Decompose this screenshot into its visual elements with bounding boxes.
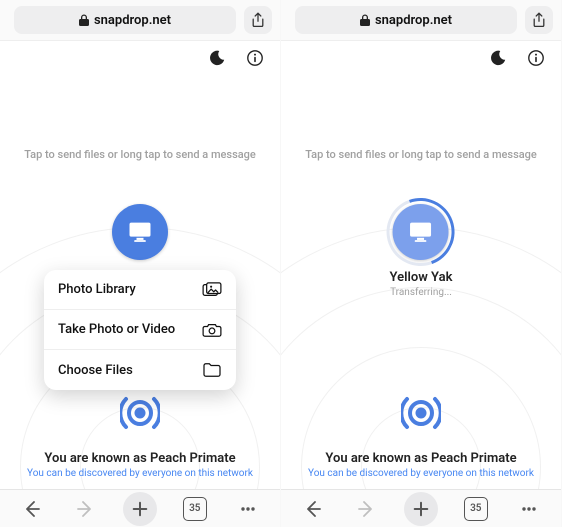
- tabs-count: 35: [189, 503, 200, 514]
- identity-block: You are known as Peach Primate You can b…: [281, 451, 561, 479]
- safari-footer: 35: [0, 489, 280, 527]
- info-icon: [246, 49, 264, 67]
- arrow-right-icon: [356, 499, 376, 519]
- tabs-count-chip: 35: [183, 497, 207, 521]
- safari-url-bar: snapdrop.net: [0, 0, 280, 40]
- gallery-icon: [202, 281, 222, 299]
- broadcast-icon: [401, 393, 441, 433]
- identity-subtitle: You can be discovered by everyone on thi…: [0, 468, 280, 479]
- peer-avatar-button[interactable]: Yellow Yak Transferring...: [390, 204, 453, 298]
- arrow-left-icon: [22, 499, 42, 519]
- app-toolbar: [0, 40, 280, 74]
- identity-title: You are known as Peach Primate: [281, 451, 561, 466]
- main-area: Tap to send files or long tap to send a …: [0, 74, 280, 489]
- instruction-text: Tap to send files or long tap to send a …: [281, 148, 561, 161]
- tabs-count: 35: [470, 503, 481, 514]
- peer-avatar-button[interactable]: [112, 204, 168, 260]
- broadcast-icon: [120, 393, 160, 433]
- tabs-count-chip: 35: [464, 497, 488, 521]
- share-icon: [250, 12, 266, 28]
- nav-back-button[interactable]: [298, 494, 328, 524]
- desktop-icon: [126, 218, 154, 246]
- self-antenna: [401, 393, 441, 433]
- picker-photo-library[interactable]: Photo Library: [44, 270, 236, 310]
- ellipsis-icon: [238, 499, 258, 519]
- identity-block: You are known as Peach Primate You can b…: [0, 451, 280, 479]
- url-host: snapdrop.net: [375, 13, 452, 28]
- nav-forward-button[interactable]: [70, 494, 100, 524]
- dark-mode-toggle[interactable]: [487, 47, 509, 69]
- tabs-button[interactable]: 35: [461, 494, 491, 524]
- folder-icon: [202, 361, 222, 379]
- peer-status: Transferring...: [390, 287, 452, 298]
- dark-mode-toggle[interactable]: [206, 47, 228, 69]
- info-button[interactable]: [525, 47, 547, 69]
- safari-footer: 35: [281, 489, 561, 527]
- new-tab-button[interactable]: [123, 492, 157, 526]
- main-area: Tap to send files or long tap to send a …: [281, 74, 561, 489]
- moon-icon: [489, 49, 507, 67]
- more-button[interactable]: [514, 494, 544, 524]
- more-button[interactable]: [233, 494, 263, 524]
- camera-icon: [202, 321, 222, 339]
- peer-name: Yellow Yak: [390, 270, 453, 285]
- share-icon: [531, 12, 547, 28]
- arrow-left-icon: [303, 499, 323, 519]
- plus-icon: [131, 500, 149, 518]
- self-antenna: [120, 393, 160, 433]
- info-icon: [527, 49, 545, 67]
- ellipsis-icon: [519, 499, 539, 519]
- ios-file-picker: Photo Library Take Photo or Video Choose…: [44, 270, 236, 390]
- nav-back-button[interactable]: [17, 494, 47, 524]
- tabs-button[interactable]: 35: [180, 494, 210, 524]
- instruction-text: Tap to send files or long tap to send a …: [0, 148, 280, 161]
- app-toolbar: [281, 40, 561, 74]
- screenshot-right: snapdrop.net Tap to send files or long t…: [281, 0, 562, 527]
- picker-label: Photo Library: [58, 282, 136, 297]
- picker-choose-files[interactable]: Choose Files: [44, 350, 236, 390]
- arrow-right-icon: [75, 499, 95, 519]
- share-button[interactable]: [244, 6, 272, 34]
- picker-label: Take Photo or Video: [58, 322, 175, 337]
- lock-icon: [79, 14, 89, 26]
- url-field[interactable]: snapdrop.net: [14, 6, 236, 34]
- safari-url-bar: snapdrop.net: [281, 0, 561, 40]
- picker-label: Choose Files: [58, 363, 133, 378]
- new-tab-button[interactable]: [404, 492, 438, 526]
- info-button[interactable]: [244, 47, 266, 69]
- lock-icon: [360, 14, 370, 26]
- url-host: snapdrop.net: [94, 13, 171, 28]
- identity-title: You are known as Peach Primate: [0, 451, 280, 466]
- plus-icon: [412, 500, 430, 518]
- moon-icon: [208, 49, 226, 67]
- share-button[interactable]: [525, 6, 553, 34]
- picker-take-photo[interactable]: Take Photo or Video: [44, 310, 236, 350]
- screenshot-left: snapdrop.net Tap to send files or long t…: [0, 0, 281, 527]
- nav-forward-button[interactable]: [351, 494, 381, 524]
- desktop-icon: [407, 218, 435, 246]
- url-field[interactable]: snapdrop.net: [295, 6, 517, 34]
- identity-subtitle: You can be discovered by everyone on thi…: [281, 468, 561, 479]
